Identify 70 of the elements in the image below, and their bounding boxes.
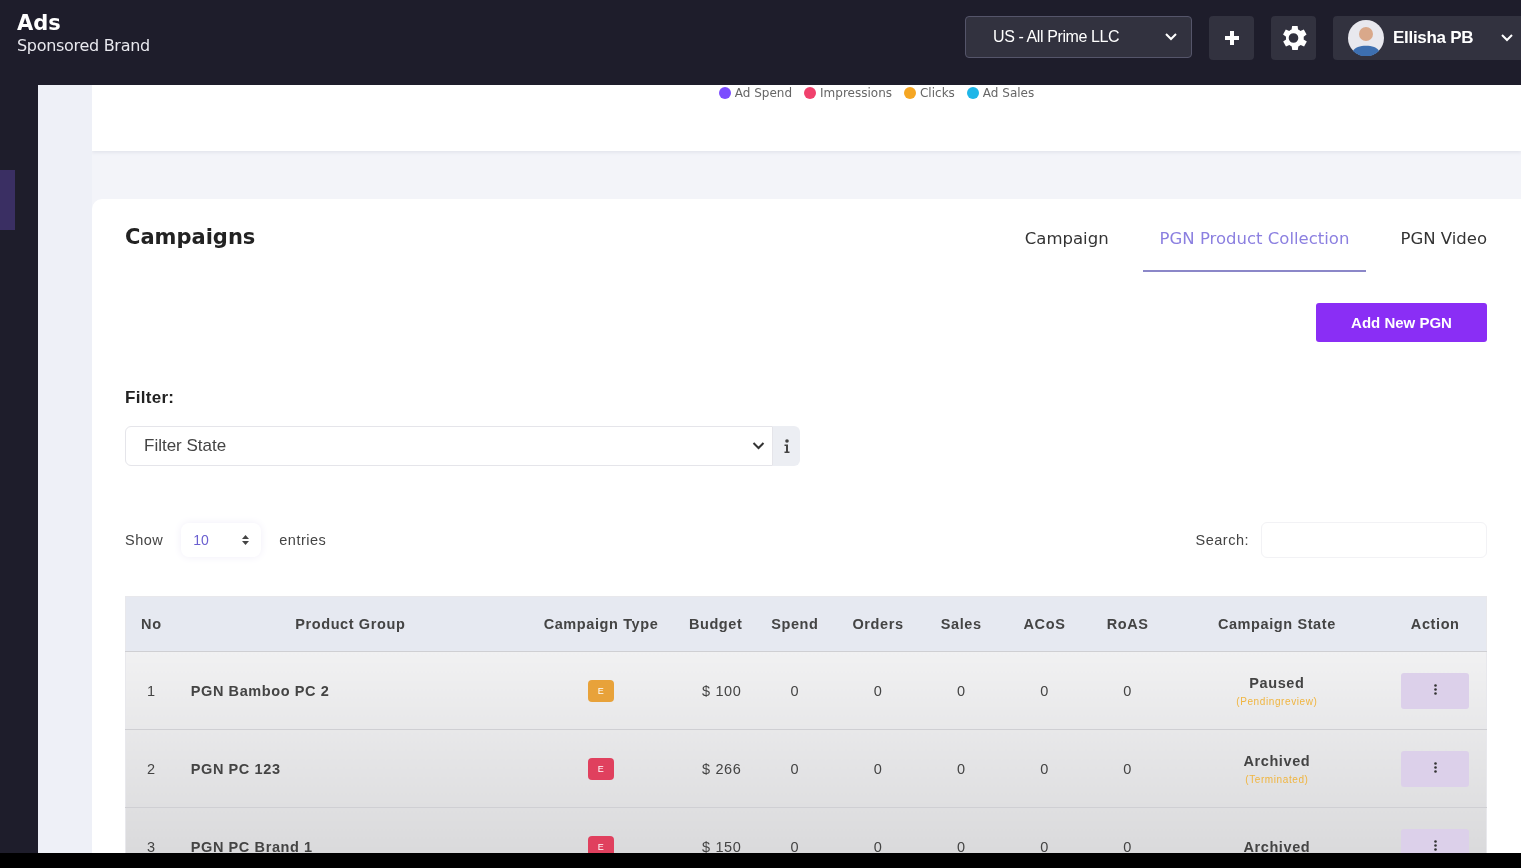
column-header: ACoS	[1002, 596, 1087, 652]
avatar-icon	[1348, 20, 1384, 56]
tab[interactable]: PGN Video	[1383, 221, 1487, 272]
info-button[interactable]	[773, 426, 800, 466]
table-cell: 0	[836, 729, 920, 808]
column-header: No	[125, 596, 177, 652]
column-header: RoAS	[1086, 596, 1170, 652]
campaign-state: Archived	[1242, 752, 1312, 769]
table-cell: 1	[125, 651, 177, 730]
table-cell: 0	[753, 651, 837, 730]
add-new-button[interactable]: Add New PGN	[1316, 303, 1487, 342]
more-vertical-icon	[1433, 684, 1437, 695]
campaign-state: Paused	[1248, 674, 1306, 691]
column-header: Sales	[919, 596, 1003, 652]
legend-item: Impressions	[804, 86, 892, 100]
add-button[interactable]	[1209, 16, 1254, 60]
table-cell: $ 266	[678, 729, 754, 808]
legend-item: Ad Sales	[966, 86, 1035, 100]
column-header: Action	[1384, 596, 1487, 652]
action-button[interactable]	[1401, 750, 1470, 787]
filter-label: Filter:	[125, 388, 176, 408]
table-cell: 0	[753, 729, 837, 808]
column-header: Budget	[678, 596, 754, 652]
column-header: Orders	[836, 596, 920, 652]
column-header: Product Group	[176, 596, 524, 652]
plus-icon	[1222, 29, 1241, 47]
chevron-down-icon	[1501, 34, 1513, 42]
page-subtitle: Sponsored Brand	[17, 36, 150, 56]
page-title: Ads	[17, 10, 62, 36]
type-badge: E	[587, 757, 614, 780]
chevron-down-icon	[752, 442, 765, 450]
more-vertical-icon	[1433, 840, 1437, 851]
state-detail: (Pendingreview)	[1235, 695, 1319, 707]
legend-item: Clicks	[904, 86, 955, 100]
more-vertical-icon	[1433, 762, 1437, 773]
type-badge: E	[587, 679, 614, 702]
search-label: Search:	[1195, 532, 1249, 548]
table-cell: 0	[836, 651, 920, 730]
user-menu[interactable]: Ellisha PB	[1333, 16, 1521, 60]
entries-label: entries	[279, 532, 327, 548]
table-cell: 0	[1086, 651, 1170, 730]
filter-select[interactable]: Filter State	[125, 426, 773, 466]
table-cell: 2	[125, 729, 177, 808]
action-button[interactable]	[1401, 672, 1470, 709]
table-cell: 0	[919, 729, 1003, 808]
sidebar-indicator	[0, 170, 15, 230]
table-cell: PGN PC 123	[176, 729, 524, 808]
campaign-state: Archived	[1242, 838, 1312, 853]
action-button[interactable]	[1401, 828, 1470, 853]
table-cell: PGN Bamboo PC 2	[176, 651, 524, 730]
type-badge: E	[587, 835, 614, 853]
info-icon	[783, 439, 790, 453]
tab[interactable]: Campaign	[1007, 221, 1126, 272]
legend-item: Ad Spend	[718, 86, 793, 100]
page-size-select[interactable]: 10	[181, 523, 262, 557]
state-detail: (Terminated)	[1244, 773, 1310, 785]
table-cell: $ 100	[678, 651, 754, 730]
chevron-down-icon	[1165, 33, 1177, 41]
column-header: Spend	[753, 596, 837, 652]
sort-arrows-icon	[242, 535, 250, 545]
table-cell: 0	[1086, 729, 1170, 808]
table-cell: 0	[1002, 651, 1087, 730]
settings-button[interactable]	[1271, 16, 1316, 60]
table-cell: 0	[1002, 729, 1087, 808]
section-title: Campaigns	[125, 224, 256, 249]
table-cell: 0	[919, 651, 1003, 730]
column-header: Campaign Type	[523, 596, 679, 652]
show-label: Show	[125, 532, 164, 548]
column-header: Campaign State	[1169, 596, 1385, 652]
account-select[interactable]: US - All Prime LLC	[965, 16, 1192, 58]
